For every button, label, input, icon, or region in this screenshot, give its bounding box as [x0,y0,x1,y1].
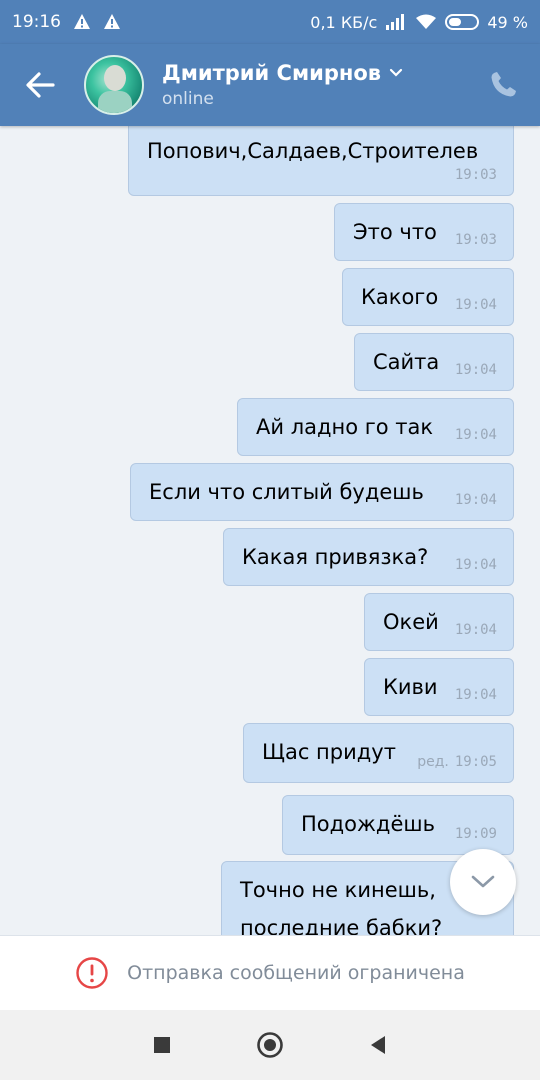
message-time: ред. 19:05 [417,754,497,770]
presence-status: online [162,89,214,109]
battery-level: 49 % [487,12,528,32]
message-text: Если что слитый будешь [149,480,424,504]
message-time: 19:04 [455,687,497,703]
message-time-value: 19:05 [454,754,497,770]
message-time: 19:04 [455,297,497,313]
message-time-value: 19:04 [454,622,497,638]
message-time-value: 19:04 [454,297,497,313]
message-text: Это что [353,220,437,244]
message-text: Попович,Салдаев,Строителев [147,139,479,163]
message-bubble[interactable]: Какого 19:04 [342,268,514,326]
message-text: Окей [383,610,439,634]
message-time: 19:03 [455,232,497,248]
message-time-value: 19:09 [454,826,497,842]
message-time-value: 19:04 [454,362,497,378]
contact-name: Дмитрий Смирнов [162,61,382,85]
message-text-line: последние бабки? [240,916,443,935]
network-speed: 0,1 КБ/с [310,12,378,32]
message-time-value: 19:04 [454,427,497,443]
contact-info[interactable]: Дмитрий Смирнов online [162,61,403,109]
status-bar: 19:16 0,1 КБ/с 49 % [0,0,540,44]
message-list[interactable]: Попович,Салдаев,Строителев 19:03 Это что… [0,126,540,935]
avatar[interactable] [84,55,144,115]
message-time-value: 19:03 [454,232,497,248]
message-text: Ай ладно го так [256,415,434,439]
scroll-to-bottom-button[interactable] [450,849,516,915]
message-text: Какого [361,285,439,309]
chevron-down-icon [471,875,495,888]
message-bubble[interactable]: Какая привязка? 19:04 [223,528,514,586]
back-nav-icon[interactable] [368,1034,388,1056]
message-bubble[interactable]: Окей 19:04 [364,593,514,651]
phone-icon[interactable] [488,68,520,100]
message-bubble[interactable]: Это что 19:03 [334,203,514,261]
system-nav-bar [0,1010,540,1080]
message-time: 19:04 [455,492,497,508]
message-bubble[interactable]: Щас придут ред. 19:05 [243,723,514,783]
restriction-notice: Отправка сообщений ограничена [0,935,540,1010]
home-icon[interactable] [256,1031,284,1059]
message-bubble[interactable]: Киви 19:04 [364,658,514,716]
warning-triangle-icon [104,14,120,29]
signal-icon [386,14,405,30]
message-time-value: 19:04 [454,557,497,573]
message-bubble[interactable]: Если что слитый будешь 19:04 [130,463,514,521]
exclamation-circle-icon [76,957,108,989]
message-text: Подождёшь [301,812,435,836]
chevron-down-icon [389,68,403,77]
edited-label: ред. [417,754,449,770]
message-text: Щас придут [262,740,396,764]
chat-header: Дмитрий Смирнов online [0,44,540,126]
battery-icon [445,14,480,30]
message-time-value: 19:04 [454,492,497,508]
message-time-value: 19:03 [454,167,497,183]
message-text-line: Точно не кинешь, [240,878,436,902]
message-time: 19:04 [455,622,497,638]
message-bubble[interactable]: Ай ладно го так 19:04 [237,398,514,456]
message-bubble[interactable]: Попович,Салдаев,Строителев 19:03 [128,126,514,196]
restriction-text: Отправка сообщений ограничена [127,962,465,984]
arrow-left-icon [26,72,55,98]
message-text: Сайта [373,350,440,374]
message-time: 19:03 [455,167,497,183]
recents-icon[interactable] [152,1035,172,1055]
message-text: Какая привязка? [242,545,429,569]
message-time: 19:09 [455,826,497,842]
message-time: 19:04 [455,362,497,378]
wifi-icon [416,14,437,29]
message-time: 19:04 [455,427,497,443]
status-time: 19:16 [12,12,61,32]
message-text: Киви [383,675,438,699]
message-bubble[interactable]: Сайта 19:04 [354,333,514,391]
message-bubble[interactable]: Подождёшь 19:09 [282,795,514,855]
warning-triangle-icon [74,14,90,29]
back-button[interactable] [0,44,80,126]
message-time-value: 19:04 [454,687,497,703]
message-time: 19:04 [455,557,497,573]
